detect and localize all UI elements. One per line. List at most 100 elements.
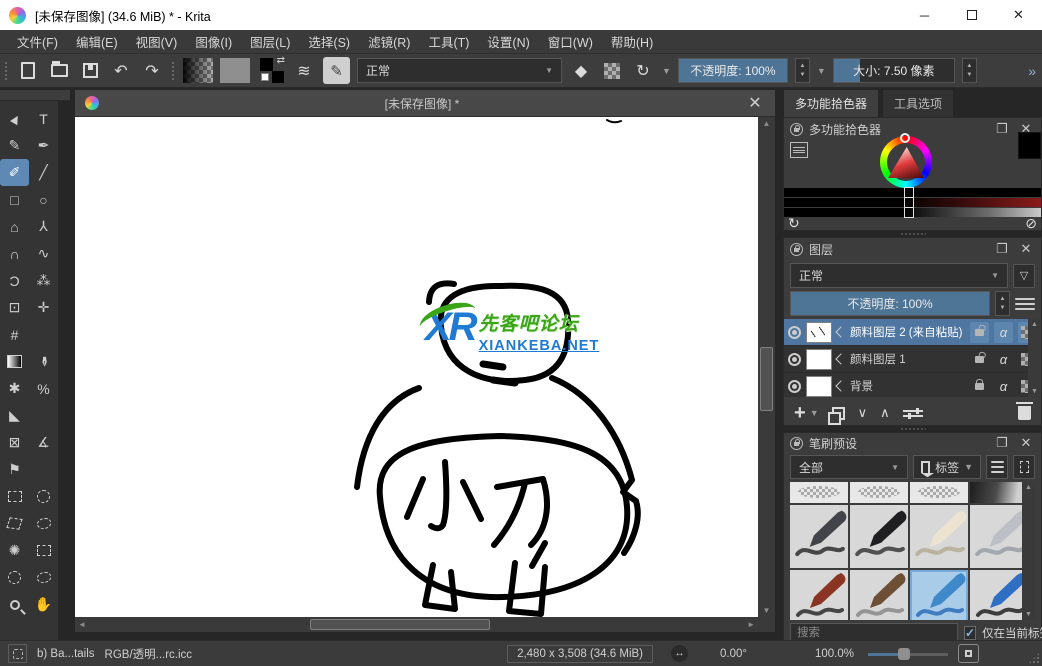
tool-measure[interactable]: ∡: [29, 429, 58, 456]
brush-preset-paintbrush[interactable]: [790, 570, 848, 620]
tool-transform[interactable]: ⊡: [0, 294, 29, 321]
selector-settings-button[interactable]: [790, 142, 808, 158]
color-bar-value[interactable]: [784, 207, 1041, 218]
layer-name[interactable]: 背景: [850, 378, 965, 394]
tool-gradient[interactable]: [0, 348, 29, 375]
choices-button[interactable]: ≋: [292, 59, 316, 83]
tab-tool-options[interactable]: 工具选项: [882, 89, 955, 117]
float-docker-icon[interactable]: ❐: [993, 435, 1011, 451]
preserve-alpha-button[interactable]: [600, 59, 624, 83]
tool-freehand-select[interactable]: [29, 510, 58, 537]
pattern-chooser[interactable]: [220, 58, 250, 83]
brush-preset-pen[interactable]: [970, 505, 1028, 568]
layer-name[interactable]: 颜料图层 2 (来自粘贴): [850, 324, 965, 340]
menu-settings[interactable]: 设置(N): [478, 29, 538, 54]
tool-ellipse-select[interactable]: [29, 483, 58, 510]
scroll-right-icon[interactable]: ►: [747, 620, 755, 629]
redo-button[interactable]: ↷: [140, 59, 164, 83]
tool-ellipse[interactable]: ○: [29, 186, 58, 213]
foreground-background-colors[interactable]: ⇄: [257, 55, 285, 84]
brush-grid-scrollbar[interactable]: ▲ ▼: [1022, 482, 1035, 620]
menu-edit[interactable]: 编辑(E): [67, 29, 127, 54]
minimize-button[interactable]: ─: [901, 0, 948, 30]
layer-filter-button[interactable]: ▽: [1013, 263, 1035, 288]
lock-icon[interactable]: [790, 436, 803, 450]
toolbar-grip[interactable]: [171, 60, 176, 81]
close-docker-icon[interactable]: ✕: [1017, 435, 1035, 451]
tool-line[interactable]: ╱: [29, 159, 58, 186]
layer-opacity-slider[interactable]: 不透明度: 100%: [790, 291, 990, 316]
brush-size-slider[interactable]: 大小: 7.50 像素: [832, 58, 955, 83]
zoom-slider[interactable]: [868, 647, 948, 661]
color-bar-red[interactable]: [784, 197, 1041, 208]
selection-mode-icon[interactable]: [8, 644, 27, 663]
vertical-scroll-thumb[interactable]: [760, 347, 773, 411]
scroll-up-icon[interactable]: ▲: [763, 119, 771, 128]
tool-fill[interactable]: ◣: [0, 402, 29, 429]
presets-display-button[interactable]: [1013, 455, 1035, 479]
toolbar-overflow-button[interactable]: »: [1028, 63, 1038, 79]
tool-calligraphy[interactable]: ✒: [29, 132, 58, 159]
brush-preset-pencil[interactable]: [970, 570, 1028, 620]
close-docker-icon[interactable]: ✕: [1017, 241, 1035, 257]
duplicate-layer-button[interactable]: [827, 406, 845, 425]
tool-pattern-edit[interactable]: ✱: [0, 375, 29, 402]
float-docker-icon[interactable]: ❐: [993, 121, 1011, 137]
new-document-button[interactable]: [16, 59, 40, 83]
tool-zoom[interactable]: [0, 591, 29, 618]
reload-preset-button[interactable]: ↻: [631, 59, 655, 83]
opacity-spinner[interactable]: ▲ ▼: [794, 58, 810, 83]
layer-lock-button[interactable]: [970, 349, 989, 370]
lock-icon[interactable]: [790, 122, 803, 136]
tool-freehand-brush[interactable]: ✐: [0, 159, 29, 186]
brush-preset-watercolor-selected[interactable]: [910, 570, 968, 620]
toolbar-grip[interactable]: [4, 60, 9, 81]
brush-preset-eraser[interactable]: [790, 482, 848, 503]
brush-preset-pen[interactable]: [790, 505, 848, 568]
gradient-chooser[interactable]: [183, 58, 213, 83]
maximize-button[interactable]: [948, 0, 995, 30]
close-button[interactable]: ✕: [995, 0, 1042, 30]
canvas[interactable]: XR 先客吧论坛 XIANKEBA.NET: [75, 117, 758, 617]
layer-opacity-spinner[interactable]: ▲ ▼: [995, 291, 1010, 316]
brush-preset-eraser[interactable]: [850, 482, 908, 503]
lock-icon[interactable]: [790, 242, 803, 256]
refresh-icon[interactable]: ↻: [788, 215, 800, 232]
layer-row[interactable]: 背景 α: [784, 373, 1041, 397]
menu-window[interactable]: 窗口(W): [539, 29, 602, 54]
blending-mode-dropdown[interactable]: 正常 ▼: [357, 58, 562, 83]
tab-advanced-color-selector[interactable]: 多功能拾色器: [783, 89, 880, 117]
chevron-down-icon[interactable]: ▼: [817, 66, 826, 76]
menu-tools[interactable]: 工具(T): [419, 29, 478, 54]
canvas-titlebar[interactable]: [未保存图像] * ✕: [75, 90, 775, 117]
tool-freehand-path[interactable]: ∿: [29, 240, 58, 267]
brush-editor-button[interactable]: ✎: [323, 57, 350, 84]
add-layer-dropdown-icon[interactable]: ▼: [810, 408, 819, 418]
visibility-eye-icon[interactable]: [788, 379, 801, 393]
canvas-close-button[interactable]: ✕: [745, 93, 765, 113]
brush-tag-filter-dropdown[interactable]: 全部 ▼: [790, 455, 909, 479]
menu-view[interactable]: 视图(V): [127, 29, 187, 54]
layer-alpha-lock-button[interactable]: α: [994, 376, 1013, 397]
tool-multibrush[interactable]: ⁂: [29, 267, 58, 294]
tool-crop[interactable]: #: [0, 321, 29, 348]
layer-thumbnail[interactable]: [806, 348, 832, 370]
layer-row[interactable]: 颜料图层 2 (来自粘贴) α: [784, 319, 1041, 346]
open-document-button[interactable]: [47, 59, 71, 83]
tool-polyline[interactable]: ⅄: [29, 213, 58, 240]
canvas-rotation-dial[interactable]: ↔: [671, 645, 688, 662]
menu-select[interactable]: 选择(S): [299, 29, 359, 54]
menu-help[interactable]: 帮助(H): [602, 29, 662, 54]
canvas-vertical-scrollbar[interactable]: ▲ ▼: [758, 117, 775, 617]
float-docker-icon[interactable]: ❐: [993, 241, 1011, 257]
scroll-left-icon[interactable]: ◄: [78, 620, 86, 629]
save-button[interactable]: [78, 59, 102, 83]
layer-thumbnail[interactable]: [806, 375, 832, 397]
tool-polygon[interactable]: ⌂: [0, 213, 29, 240]
tool-rectangle[interactable]: □: [0, 186, 29, 213]
menu-layer[interactable]: 图层(L): [241, 29, 299, 54]
visibility-eye-icon[interactable]: [788, 325, 801, 339]
layer-blend-mode-dropdown[interactable]: 正常 ▼: [790, 263, 1008, 288]
scroll-down-icon[interactable]: ▼: [1025, 611, 1032, 618]
tool-reference-images[interactable]: ⚑: [0, 456, 29, 483]
